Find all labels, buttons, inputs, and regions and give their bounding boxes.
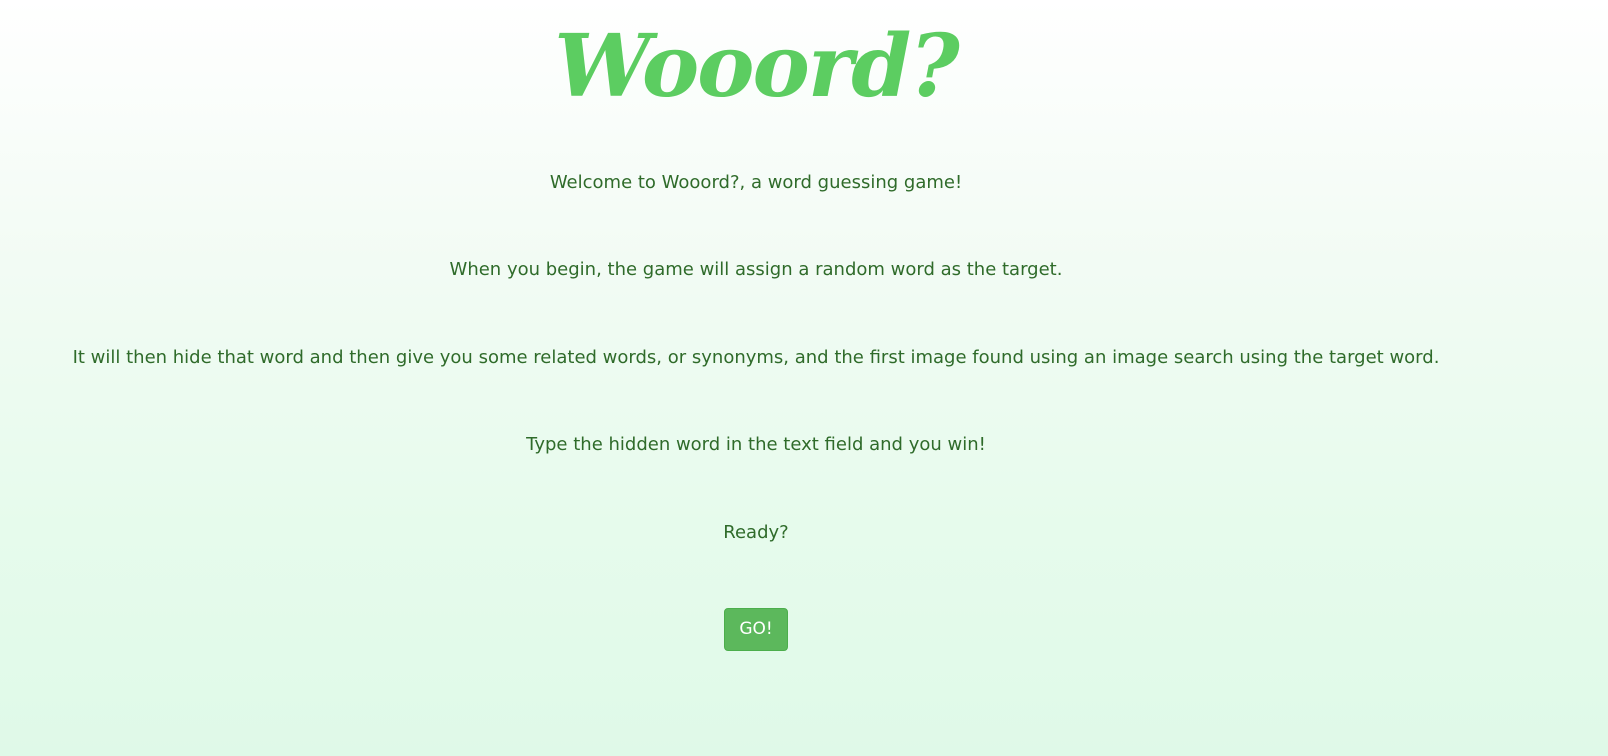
- ready-text: Ready?: [723, 522, 789, 543]
- page: Wooord? Welcome to Wooord?, a word guess…: [0, 0, 1608, 756]
- hint-text: It will then hide that word and then giv…: [72, 347, 1440, 368]
- page-title: Wooord?: [554, 16, 960, 117]
- go-button[interactable]: GO!: [724, 608, 788, 651]
- welcome-text: Welcome to Wooord?, a word guessing game…: [549, 172, 963, 193]
- instructions-text: Type the hidden word in the text field a…: [526, 434, 986, 455]
- go-button-container: GO!: [0, 608, 1512, 651]
- begin-text: When you begin, the game will assign a r…: [449, 259, 1063, 280]
